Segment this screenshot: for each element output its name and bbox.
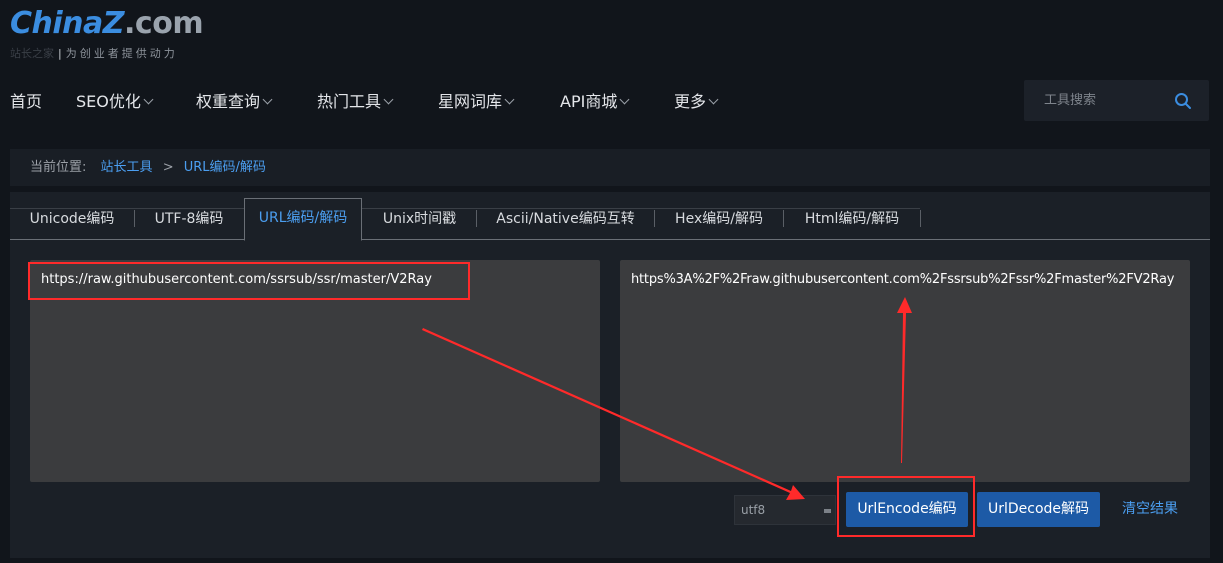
tab-ascii-native[interactable]: Ascii/Native编码互转 (477, 208, 654, 239)
breadcrumb-label: 当前位置: (30, 160, 87, 175)
breadcrumb-link-url-encode[interactable]: URL编码/解码 (184, 160, 266, 175)
tab-divider (920, 210, 921, 227)
chevron-down-icon (504, 94, 515, 105)
tool-tabs: Unicode编码 UTF-8编码 URL编码/解码 Unix时间戳 Ascii… (10, 198, 1210, 241)
chevron-down-icon (708, 94, 719, 105)
chevron-down-icon (619, 94, 630, 105)
nav-item-more[interactable]: 更多 (674, 84, 719, 120)
url-decode-button[interactable]: UrlDecode解码 (977, 492, 1100, 527)
nav-item-seo[interactable]: SEO优化 (76, 84, 154, 120)
tab-unix-timestamp[interactable]: Unix时间戳 (363, 208, 476, 239)
result-textarea[interactable]: https%3A%2F%2Fraw.githubusercontent.com%… (620, 260, 1190, 482)
chevron-down-icon (143, 94, 154, 105)
breadcrumb-link-tools[interactable]: 站长工具 (101, 160, 153, 175)
main-nav: 首页 SEO优化 权重查询 热门工具 星网词库 API商城 更多 (0, 84, 800, 120)
tab-unicode[interactable]: Unicode编码 (10, 208, 134, 239)
site-logo[interactable]: ChinaZ.com 站长之家 | 为创业者提供动力 (10, 6, 204, 60)
nav-item-keywords[interactable]: 星网词库 (438, 84, 515, 120)
logo-tagline: 站长之家 | 为创业者提供动力 (10, 47, 178, 60)
url-encode-button[interactable]: UrlEncode编码 (846, 492, 968, 527)
logo-wordmark: ChinaZ.com (10, 6, 204, 41)
select-handle-icon (824, 509, 831, 513)
breadcrumb: 当前位置: 站长工具 > URL编码/解码 (10, 149, 1210, 186)
source-textarea[interactable]: https://raw.githubusercontent.com/ssrsub… (30, 260, 600, 482)
nav-item-home[interactable]: 首页 (10, 84, 42, 120)
breadcrumb-separator: > (162, 160, 174, 175)
tab-url-encode[interactable]: URL编码/解码 (244, 198, 362, 241)
tab-hex[interactable]: Hex编码/解码 (655, 208, 783, 239)
tab-utf8[interactable]: UTF-8编码 (135, 208, 243, 239)
nav-item-api[interactable]: API商城 (560, 84, 630, 120)
chevron-down-icon (262, 94, 273, 105)
clear-result-button[interactable]: 清空结果 (1110, 492, 1190, 527)
tab-html[interactable]: Html编码/解码 (784, 208, 920, 239)
charset-value: utf8 (741, 503, 766, 517)
nav-item-hot-tools[interactable]: 热门工具 (317, 84, 394, 120)
search-icon[interactable] (1174, 92, 1192, 110)
chevron-down-icon (383, 94, 394, 105)
search-input[interactable] (1024, 80, 1169, 121)
tool-panel: Unicode编码 UTF-8编码 URL编码/解码 Unix时间戳 Ascii… (10, 192, 1210, 558)
charset-select[interactable]: utf8 (734, 495, 836, 525)
site-header: ChinaZ.com 站长之家 | 为创业者提供动力 首页 SEO优化 权重查询 热… (0, 0, 1223, 128)
tool-search (1024, 80, 1209, 121)
nav-item-weight[interactable]: 权重查询 (196, 84, 273, 120)
